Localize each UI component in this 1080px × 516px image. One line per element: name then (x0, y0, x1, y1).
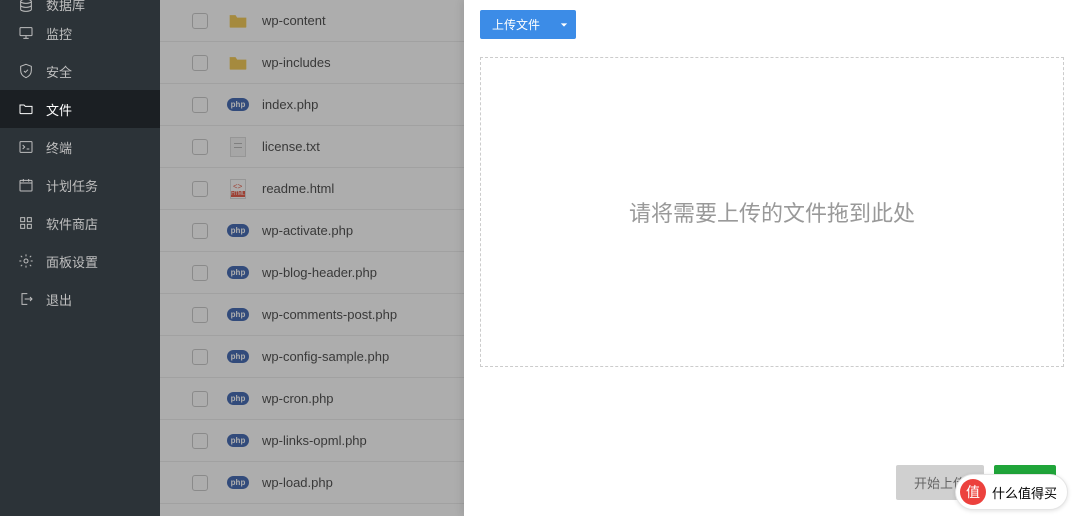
sidebar-item-label: 文件 (46, 100, 72, 119)
logout-icon (18, 291, 34, 307)
sidebar-item-label: 监控 (46, 24, 72, 43)
watermark-text: 什么值得买 (992, 483, 1057, 502)
sidebar-item-label: 软件商店 (46, 214, 98, 233)
database-icon (18, 0, 34, 14)
sidebar-item-5[interactable]: 计划任务 (0, 166, 160, 204)
gear-icon (18, 253, 34, 269)
dropzone-hint: 请将需要上传的文件拖到此处 (629, 196, 915, 228)
sidebar-item-label: 安全 (46, 62, 72, 81)
sidebar-item-4[interactable]: 终端 (0, 128, 160, 166)
terminal-icon (18, 139, 34, 155)
upload-modal: 上传文件 请将需要上传的文件拖到此处 开始上传 取消 (464, 0, 1080, 516)
sidebar-item-0[interactable]: 数据库 (0, 0, 160, 14)
sidebar-item-2[interactable]: 安全 (0, 52, 160, 90)
upload-dropzone[interactable]: 请将需要上传的文件拖到此处 (480, 57, 1064, 367)
upload-split-button: 上传文件 (480, 10, 576, 39)
sidebar-item-7[interactable]: 面板设置 (0, 242, 160, 280)
sidebar-item-label: 终端 (46, 138, 72, 157)
sidebar-item-3[interactable]: 文件 (0, 90, 160, 128)
watermark-badge: 值 什么值得买 (955, 474, 1068, 510)
sidebar-item-label: 退出 (46, 290, 72, 309)
sidebar-item-label: 数据库 (46, 0, 85, 14)
shield-icon (18, 63, 34, 79)
folder-icon (18, 101, 34, 117)
sidebar-item-1[interactable]: 监控 (0, 14, 160, 52)
watermark-icon: 值 (960, 479, 986, 505)
upload-file-button[interactable]: 上传文件 (480, 10, 552, 39)
sidebar-item-label: 面板设置 (46, 252, 98, 271)
sidebar-item-8[interactable]: 退出 (0, 280, 160, 318)
upload-dropdown-caret[interactable] (552, 10, 576, 39)
grid-icon (18, 215, 34, 231)
sidebar-item-label: 计划任务 (46, 176, 98, 195)
caret-down-icon (560, 21, 568, 29)
sidebar: 数据库监控安全文件终端计划任务软件商店面板设置退出 (0, 0, 160, 516)
calendar-icon (18, 177, 34, 193)
sidebar-item-6[interactable]: 软件商店 (0, 204, 160, 242)
monitor-icon (18, 25, 34, 41)
